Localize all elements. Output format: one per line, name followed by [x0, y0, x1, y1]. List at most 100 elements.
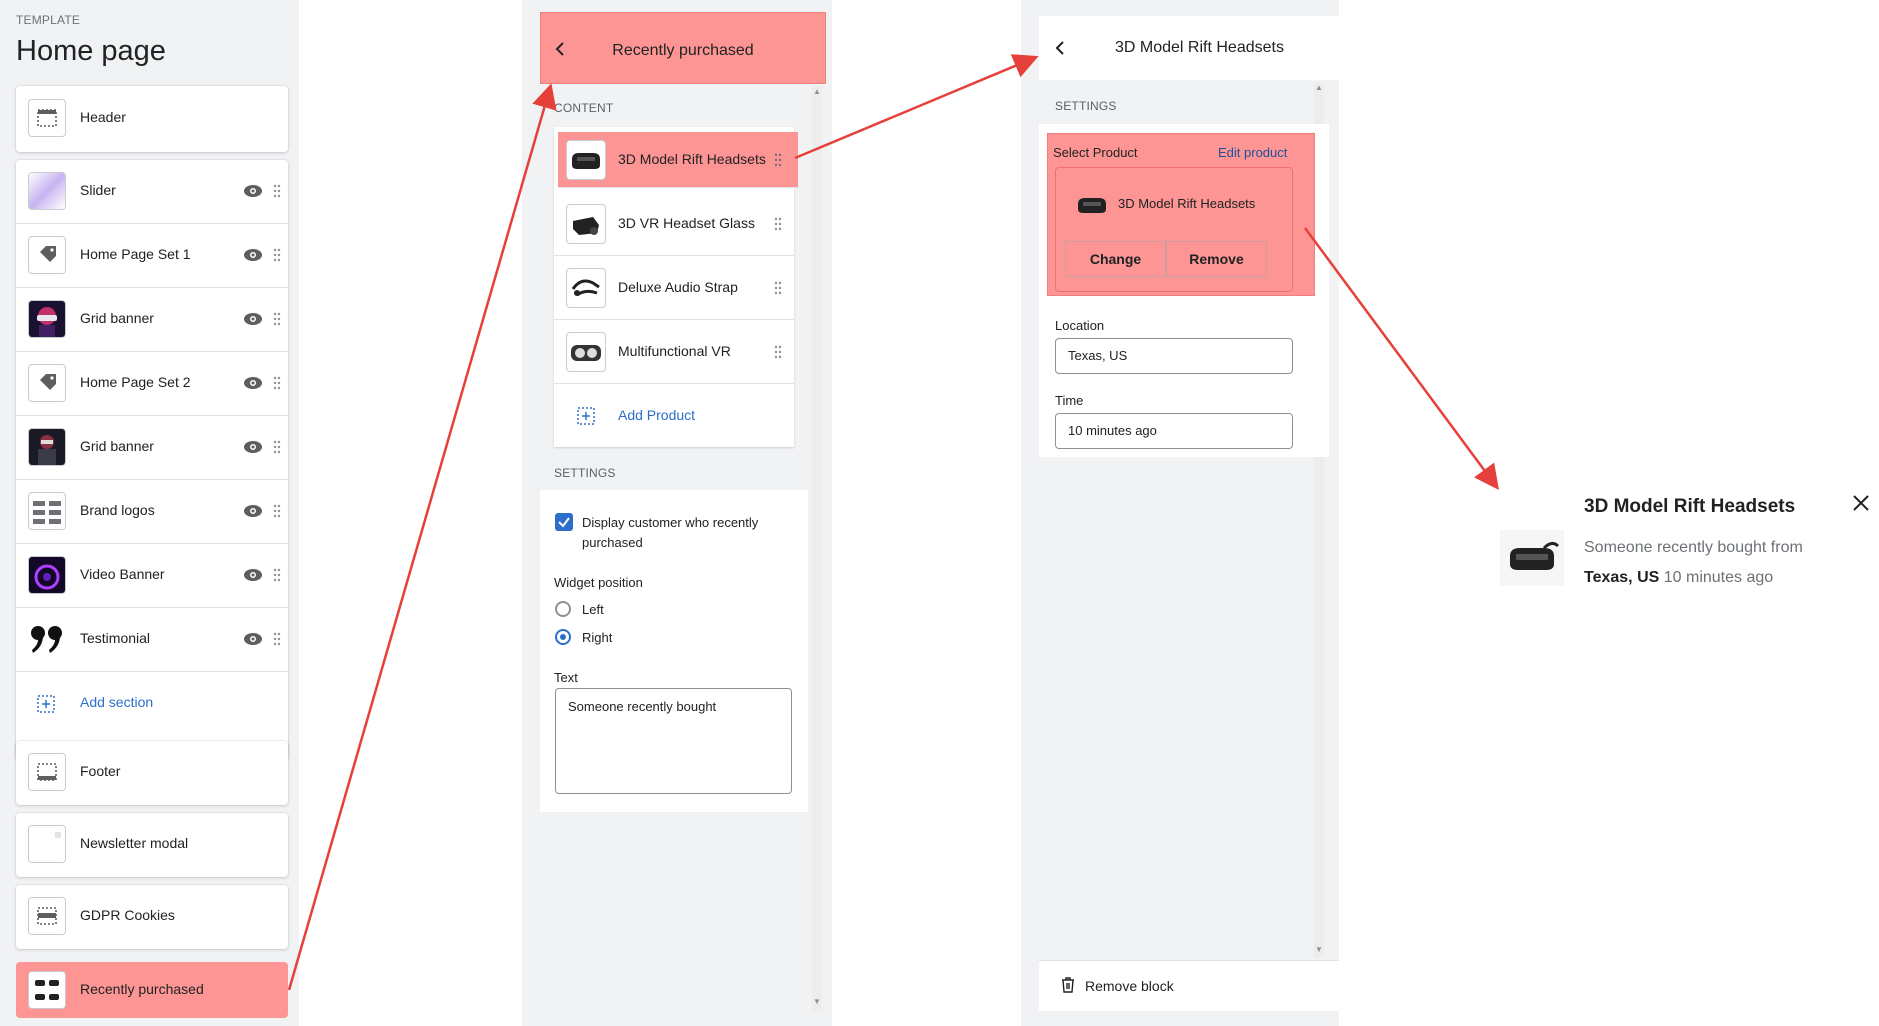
edit-product-link[interactable]: Edit product — [1218, 145, 1287, 160]
section-grid-banner-2[interactable]: Grid banner — [16, 416, 288, 480]
section-grid-banner[interactable]: Grid banner — [16, 288, 288, 352]
drag-handle-icon[interactable] — [774, 281, 782, 295]
display-customer-checkbox[interactable] — [555, 513, 573, 531]
section-label: Recently purchased — [80, 981, 204, 997]
scroll-up-icon[interactable]: ▲ — [1315, 83, 1323, 92]
display-customer-label: Display customer who recently purchased — [582, 515, 759, 550]
drag-handle-icon[interactable] — [273, 184, 281, 198]
section-footer[interactable]: Footer — [16, 741, 288, 805]
section-recently-purchased[interactable]: Recently purchased — [16, 962, 288, 1018]
close-icon[interactable] — [1852, 494, 1870, 512]
time-label: Time — [1055, 393, 1084, 408]
scroll-up-icon[interactable]: ▲ — [813, 87, 821, 96]
scroll-down-icon[interactable]: ▼ — [813, 997, 821, 1006]
sections-card: Slider Home Page Set 1 Grid banner Home … — [16, 160, 288, 760]
product-label: Multifunctional VR — [618, 343, 731, 359]
newsletter-card: Newsletter modal — [16, 813, 288, 877]
section-label: Header — [80, 109, 126, 125]
drag-handle-icon[interactable] — [273, 376, 281, 390]
section-testimonial[interactable]: Testimonial — [16, 608, 288, 672]
header-card: Header — [16, 86, 288, 152]
vr-headset-icon — [566, 140, 606, 180]
trash-icon — [1062, 977, 1074, 993]
drag-handle-icon[interactable] — [774, 153, 782, 167]
position-left-radio[interactable] — [555, 601, 571, 617]
toast-title: 3D Model Rift Headsets — [1584, 496, 1796, 517]
arrow-to-block-panel — [287, 83, 557, 991]
text-label: Text — [554, 670, 578, 685]
section-label: Video Banner — [80, 566, 165, 582]
product-label: 3D Model Rift Headsets — [618, 151, 766, 167]
eye-icon[interactable] — [242, 311, 264, 327]
add-product-label: Add Product — [618, 407, 696, 423]
eye-icon[interactable] — [242, 183, 264, 199]
remove-block-button[interactable]: Remove block — [1039, 960, 1339, 1011]
eye-icon[interactable] — [242, 439, 264, 455]
eye-icon[interactable] — [242, 375, 264, 391]
text-textarea[interactable]: Someone recently bought — [555, 688, 792, 794]
panel-title: Recently purchased — [612, 42, 754, 59]
remove-button[interactable]: Remove — [1166, 241, 1267, 277]
section-header[interactable]: Header — [16, 87, 288, 151]
eye-icon[interactable] — [242, 247, 264, 263]
product-label: Deluxe Audio Strap — [618, 279, 738, 295]
checkmark-icon — [558, 517, 570, 528]
grid-banner-thumbnail-icon — [28, 428, 66, 466]
panel-header: 3D Model Rift Headsets — [1039, 16, 1339, 80]
product-item[interactable]: Multifunctional VR — [554, 320, 794, 384]
eye-icon[interactable] — [242, 567, 264, 583]
product-label: 3D VR Headset Glass — [618, 215, 755, 231]
page-title: Home page — [16, 35, 166, 67]
toast-time: 10 minutes ago — [1663, 569, 1774, 586]
popup-icon — [28, 825, 66, 863]
panel-title: 3D Model Rift Headsets — [1115, 39, 1284, 56]
section-newsletter-modal[interactable]: Newsletter modal — [16, 813, 288, 877]
product-item[interactable]: Deluxe Audio Strap — [554, 256, 794, 320]
slider-thumbnail-icon — [28, 172, 66, 210]
selected-product-name: 3D Model Rift Headsets — [1118, 196, 1256, 211]
panel-header: Recently purchased — [540, 12, 826, 84]
add-section-label: Add section — [80, 694, 154, 710]
back-arrow-icon[interactable] — [1055, 41, 1065, 55]
drag-handle-icon[interactable] — [273, 504, 281, 518]
section-home-page-set-2[interactable]: Home Page Set 2 — [16, 352, 288, 416]
video-banner-thumbnail-icon — [28, 556, 66, 594]
location-input[interactable]: Texas, US — [1055, 338, 1293, 374]
tag-icon — [28, 364, 66, 402]
eye-icon[interactable] — [242, 503, 264, 519]
section-slider[interactable]: Slider — [16, 160, 288, 224]
section-home-page-set-1[interactable]: Home Page Set 1 — [16, 224, 288, 288]
cookie-bar-icon — [28, 897, 66, 935]
section-label: GDPR Cookies — [80, 907, 175, 923]
section-label: Newsletter modal — [80, 835, 189, 851]
eye-icon[interactable] — [242, 631, 264, 647]
product-list: 3D Model Rift Headsets 3D VR Headset Gla… — [554, 127, 798, 448]
drag-handle-icon[interactable] — [273, 632, 281, 646]
time-input[interactable]: 10 minutes ago — [1055, 413, 1293, 449]
section-video-banner[interactable]: Video Banner — [16, 544, 288, 608]
drag-handle-icon[interactable] — [273, 312, 281, 326]
product-settings-panel: 3D Model Rift Headsets ▲ ▼ SETTINGS Sele… — [1021, 0, 1339, 1026]
drag-handle-icon[interactable] — [273, 248, 281, 262]
section-brand-logos[interactable]: Brand logos — [16, 480, 288, 544]
block-settings-panel: Recently purchased ▲ ▼ CONTENT 3D Model … — [522, 0, 832, 1026]
scroll-down-icon[interactable]: ▼ — [1315, 945, 1323, 954]
audio-strap-icon — [566, 268, 606, 308]
product-item[interactable]: 3D VR Headset Glass — [554, 192, 794, 256]
add-section-button[interactable]: Add section — [16, 672, 288, 736]
grid-banner-thumbnail-icon — [28, 300, 66, 338]
section-label: Grid banner — [80, 438, 154, 454]
drag-handle-icon[interactable] — [774, 345, 782, 359]
drag-handle-icon[interactable] — [774, 217, 782, 231]
section-label: Brand logos — [80, 502, 155, 518]
drag-handle-icon[interactable] — [273, 440, 281, 454]
drag-handle-icon[interactable] — [273, 568, 281, 582]
product-item-selected[interactable]: 3D Model Rift Headsets — [558, 132, 798, 188]
position-right-radio[interactable] — [555, 629, 571, 645]
add-product-button[interactable]: Add Product — [554, 384, 794, 448]
scrollbar[interactable] — [812, 86, 822, 1011]
section-label: Footer — [80, 763, 121, 779]
section-gdpr-cookies[interactable]: GDPR Cookies — [16, 885, 288, 949]
vr-headsets-thumbnail-icon — [28, 971, 66, 1009]
change-button[interactable]: Change — [1065, 241, 1166, 277]
